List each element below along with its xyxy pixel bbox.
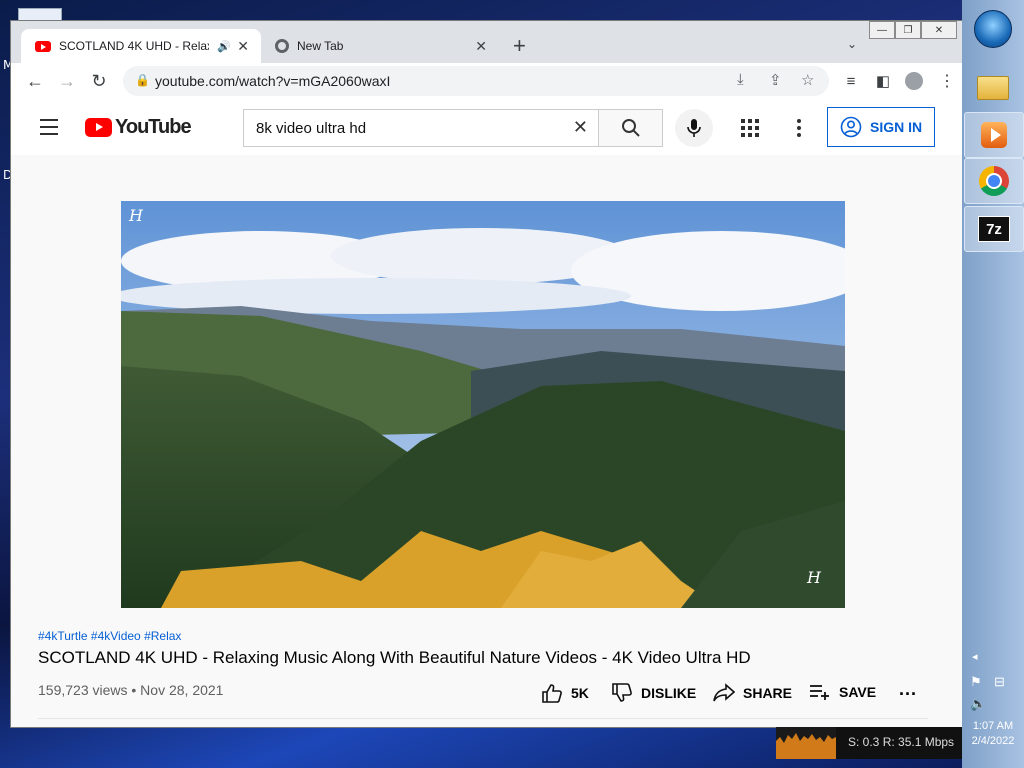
explorer-icon[interactable] [964, 66, 1022, 110]
tab-title: SCOTLAND 4K UHD - Relaxin [59, 39, 209, 53]
volume-tray-icon[interactable]: 🔈 [970, 696, 986, 712]
sign-in-label: SIGN IN [870, 119, 923, 135]
thumbs-down-icon [612, 683, 632, 702]
start-button[interactable] [974, 10, 1012, 48]
share-button[interactable]: SHARE [713, 683, 792, 703]
browser-toolbar: ← → ↻ 🔒 youtube.com/watch?v=mGA2060waxI … [11, 63, 963, 99]
microphone-icon [687, 119, 701, 137]
browser-menu-icon[interactable]: ⋮ [935, 69, 959, 93]
apps-grid-icon[interactable] [741, 119, 759, 137]
save-button[interactable]: SAVE [809, 683, 876, 701]
hamburger-menu-icon[interactable] [40, 119, 58, 140]
save-playlist-icon [810, 685, 829, 700]
network-speed: S: 0.3 R: 35.1 Mbps [848, 735, 955, 749]
video-frame: H H [121, 201, 845, 608]
youtube-page: YouTube 8k video ultra hd ✕ SIGN IN H H … [11, 99, 963, 727]
side-panel-icon[interactable]: ◧ [871, 69, 895, 93]
restore-icon[interactable]: ❐ [895, 21, 921, 39]
thumbs-up-icon [542, 684, 562, 703]
clear-search-icon[interactable]: ✕ [573, 117, 588, 138]
new-tab-button[interactable]: + [513, 33, 526, 59]
dislike-button[interactable]: DISLIKE [611, 683, 696, 703]
back-icon[interactable]: ← [23, 69, 47, 93]
youtube-favicon-icon [35, 40, 51, 52]
search-input[interactable]: 8k video ultra hd ✕ [243, 109, 599, 147]
tab-strip: SCOTLAND 4K UHD - Relaxin 🔊 ✕ New Tab ✕ … [11, 21, 963, 63]
network-tray-icon[interactable]: ⊟ [994, 674, 1005, 690]
show-hidden-icons[interactable]: ◂ [972, 650, 978, 663]
dislike-label: DISLIKE [641, 685, 697, 701]
clock-time: 1:07 AM [972, 720, 1014, 732]
install-icon[interactable]: ⤓ [737, 71, 744, 88]
bookmark-star-icon[interactable]: ☆ [801, 71, 814, 89]
tab-new-tab[interactable]: New Tab ✕ [263, 29, 499, 63]
divider [38, 718, 928, 719]
more-actions-icon[interactable]: ... [899, 679, 917, 700]
profile-avatar-icon[interactable] [905, 72, 923, 90]
save-label: SAVE [839, 684, 877, 700]
search-value: 8k video ultra hd [256, 120, 367, 137]
tab-close-icon[interactable]: ✕ [237, 38, 249, 55]
video-title: SCOTLAND 4K UHD - Relaxing Music Along W… [38, 648, 751, 667]
action-center-flag-icon[interactable]: ⚑ [970, 674, 982, 690]
media-player-icon[interactable] [964, 112, 1024, 158]
voice-search-button[interactable] [675, 109, 713, 147]
settings-menu-icon[interactable] [797, 119, 801, 140]
7zip-label: 7z [978, 216, 1010, 242]
video-player[interactable]: H H [121, 201, 845, 608]
like-count: 5K [571, 685, 589, 701]
share-label: SHARE [743, 685, 793, 701]
window-controls: — ❐ ✕ [869, 21, 957, 39]
sign-in-button[interactable]: SIGN IN [827, 107, 935, 147]
lock-icon: 🔒 [135, 73, 150, 87]
youtube-logo-icon [85, 118, 112, 137]
youtube-header: YouTube 8k video ultra hd ✕ SIGN IN [11, 99, 963, 155]
network-monitor: S: 0.3 R: 35.1 Mbps [776, 727, 962, 759]
address-bar[interactable]: 🔒 youtube.com/watch?v=mGA2060waxI ⤓ ⇪ ☆ [123, 66, 829, 96]
reload-icon[interactable]: ↻ [87, 69, 111, 93]
account-icon [840, 116, 862, 138]
video-meta: 159,723 views • Nov 28, 2021 [38, 682, 224, 698]
chrome-icon[interactable] [964, 158, 1024, 204]
watermark-top: H [128, 206, 144, 225]
clock[interactable]: 1:07 AM 2/4/2022 [964, 720, 1022, 747]
tab-search-icon[interactable]: ⌄ [847, 37, 857, 51]
video-hashtags[interactable]: #4kTurtle #4kVideo #Relax [38, 629, 181, 643]
media-control-icon[interactable]: ≡ [839, 69, 863, 93]
url-text: youtube.com/watch?v=mGA2060waxI [155, 73, 391, 89]
clock-date: 2/4/2022 [971, 735, 1015, 747]
tab-close-icon[interactable]: ✕ [475, 38, 487, 55]
audio-playing-icon[interactable]: 🔊 [217, 40, 231, 53]
search-button[interactable] [599, 109, 663, 147]
forward-icon[interactable]: → [55, 69, 79, 93]
7zip-icon[interactable]: 7z [964, 206, 1024, 252]
bandwidth-graph [776, 727, 836, 759]
tab-title: New Tab [297, 39, 344, 53]
youtube-logo[interactable]: YouTube [85, 116, 192, 139]
close-window-icon[interactable]: ✕ [921, 21, 957, 39]
share-page-icon[interactable]: ⇪ [769, 71, 782, 89]
chrome-favicon-icon [275, 39, 289, 53]
like-button[interactable]: 5K [541, 683, 589, 703]
minimize-icon[interactable]: — [869, 21, 895, 39]
logo-text: YouTube [115, 116, 192, 138]
search-icon [621, 119, 640, 137]
browser-window: SCOTLAND 4K UHD - Relaxin 🔊 ✕ New Tab ✕ … [10, 20, 964, 728]
share-icon [713, 683, 735, 702]
tab-youtube[interactable]: SCOTLAND 4K UHD - Relaxin 🔊 ✕ [21, 29, 261, 63]
watermark-bottom: H [806, 568, 822, 587]
